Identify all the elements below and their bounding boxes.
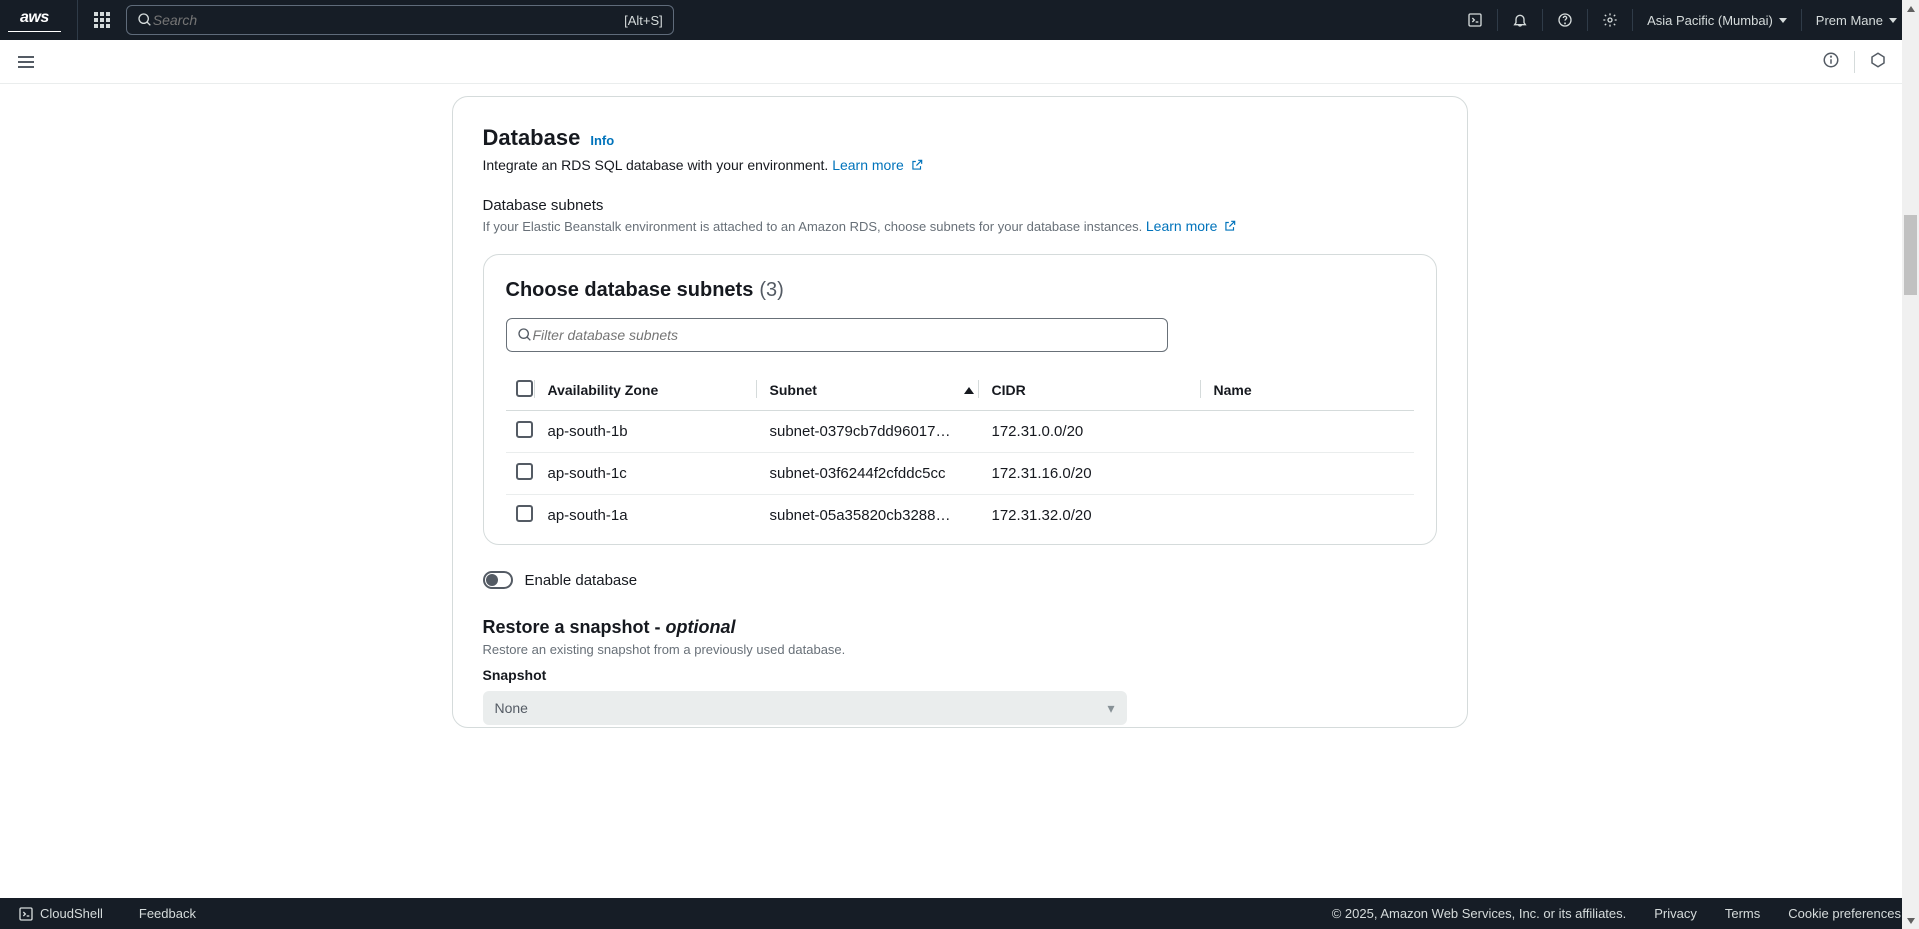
external-link-icon [1223, 219, 1237, 236]
filter-input[interactable] [533, 327, 1157, 343]
search-shortcut: [Alt+S] [624, 13, 663, 28]
cell-name [1214, 411, 1414, 453]
notifications-icon[interactable] [1498, 0, 1542, 40]
feedback-link[interactable]: Feedback [139, 906, 196, 921]
main-content: Database Info Integrate an RDS SQL datab… [0, 84, 1919, 728]
select-all-checkbox[interactable] [516, 380, 533, 397]
panel-count: (3) [759, 279, 783, 302]
card-title: Database [483, 125, 581, 151]
cell-subnet: subnet-03f6244f2cfddc5cc [770, 453, 992, 495]
col-name[interactable]: Name [1214, 370, 1414, 411]
cell-az: ap-south-1b [548, 411, 770, 453]
aws-logo[interactable]: aws [8, 0, 78, 40]
chevron-down-icon [1889, 18, 1897, 23]
restore-help: Restore an existing snapshot from a prev… [483, 642, 1437, 657]
snapshot-select[interactable]: None ▾ [483, 691, 1127, 725]
search-input[interactable] [153, 12, 624, 28]
help-icon[interactable] [1543, 0, 1587, 40]
restore-snapshot-title: Restore a snapshot - optional [483, 617, 1437, 638]
sidebar-toggle-icon[interactable] [18, 56, 34, 68]
hexagon-icon[interactable] [1855, 51, 1901, 72]
account-menu[interactable]: Prem Mane [1802, 0, 1911, 40]
terms-link[interactable]: Terms [1725, 906, 1760, 921]
panel-title: Choose database subnets [506, 279, 754, 302]
col-subnet[interactable]: Subnet [770, 370, 992, 411]
info-link[interactable]: Info [590, 133, 614, 148]
cell-subnet: subnet-0379cb7dd96017… [770, 411, 992, 453]
service-toolbar [0, 40, 1919, 84]
cloudshell-button[interactable]: CloudShell [18, 906, 103, 922]
row-checkbox[interactable] [516, 505, 533, 522]
subnets-table: Availability Zone Subnet CIDR Name ap-so… [506, 370, 1414, 536]
scrollbar-thumb[interactable] [1904, 215, 1917, 295]
topnav-right: Asia Pacific (Mumbai) Prem Mane [1453, 0, 1911, 40]
info-icon[interactable] [1808, 51, 1854, 72]
global-nav: aws [Alt+S] Asia Pacific (Mumbai) Prem M… [0, 0, 1919, 40]
cell-subnet: subnet-05a35820cb3288… [770, 495, 992, 537]
row-checkbox[interactable] [516, 463, 533, 480]
enable-database-toggle[interactable] [483, 571, 513, 589]
col-availability-zone[interactable]: Availability Zone [548, 370, 770, 411]
table-row: ap-south-1csubnet-03f6244f2cfddc5cc172.3… [506, 453, 1414, 495]
row-checkbox[interactable] [516, 421, 533, 438]
subnets-learn-more-link[interactable]: Learn more [1146, 218, 1218, 234]
cookie-preferences-link[interactable]: Cookie preferences [1788, 906, 1901, 921]
vertical-scrollbar[interactable] [1902, 0, 1919, 929]
choose-subnets-panel: Choose database subnets (3) Availability… [483, 254, 1437, 545]
col-cidr[interactable]: CIDR [992, 370, 1214, 411]
subnets-label: Database subnets [483, 197, 1437, 214]
enable-database-label: Enable database [525, 572, 638, 589]
cloudshell-icon[interactable] [1453, 0, 1497, 40]
external-link-icon [910, 158, 924, 175]
cell-cidr: 172.31.16.0/20 [992, 453, 1214, 495]
chevron-down-icon [1779, 18, 1787, 23]
cell-cidr: 172.31.0.0/20 [992, 411, 1214, 453]
sort-asc-icon [964, 387, 974, 394]
search-icon [137, 12, 153, 28]
global-search[interactable]: [Alt+S] [126, 5, 674, 35]
cell-name [1214, 453, 1414, 495]
card-description: Integrate an RDS SQL database with your … [483, 157, 1437, 175]
scroll-down-arrow[interactable] [1902, 912, 1919, 929]
privacy-link[interactable]: Privacy [1654, 906, 1697, 921]
copyright: © 2025, Amazon Web Services, Inc. or its… [1332, 906, 1627, 921]
cell-cidr: 172.31.32.0/20 [992, 495, 1214, 537]
table-row: ap-south-1bsubnet-0379cb7dd96017…172.31.… [506, 411, 1414, 453]
scroll-up-arrow[interactable] [1902, 0, 1919, 17]
services-menu-icon[interactable] [94, 12, 110, 28]
filter-input-wrap[interactable] [506, 318, 1168, 352]
database-card: Database Info Integrate an RDS SQL datab… [452, 96, 1468, 728]
chevron-down-icon: ▾ [1107, 700, 1114, 717]
settings-icon[interactable] [1588, 0, 1632, 40]
terminal-icon [18, 906, 34, 922]
search-icon [517, 327, 533, 343]
subnets-help: If your Elastic Beanstalk environment is… [483, 218, 1437, 236]
cell-az: ap-south-1c [548, 453, 770, 495]
console-footer: CloudShell Feedback © 2025, Amazon Web S… [0, 898, 1919, 929]
cell-az: ap-south-1a [548, 495, 770, 537]
snapshot-label: Snapshot [483, 667, 1437, 683]
table-row: ap-south-1asubnet-05a35820cb3288…172.31.… [506, 495, 1414, 537]
learn-more-link[interactable]: Learn more [832, 157, 904, 173]
region-selector[interactable]: Asia Pacific (Mumbai) [1633, 0, 1801, 40]
snapshot-value: None [495, 700, 528, 716]
cell-name [1214, 495, 1414, 537]
